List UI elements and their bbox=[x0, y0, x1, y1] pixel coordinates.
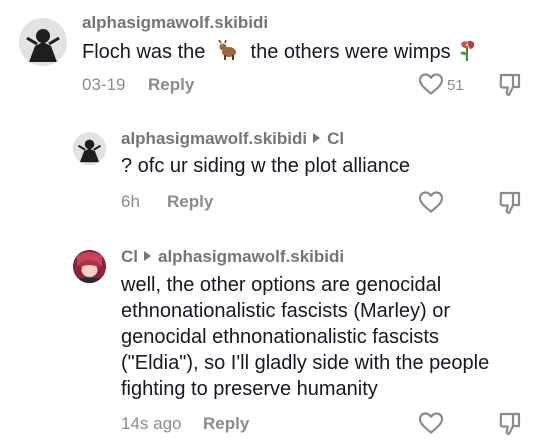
comment-username[interactable]: alphasigmawolf.skibidi bbox=[121, 129, 307, 148]
reply-button[interactable]: Reply bbox=[167, 192, 213, 212]
thumbs-down-outline-icon bbox=[499, 412, 521, 436]
wilted-rose-emoji bbox=[457, 38, 477, 62]
thumbs-down-outline-icon bbox=[499, 191, 521, 215]
reply-to-username[interactable]: Cl bbox=[327, 129, 344, 148]
dislike-button[interactable] bbox=[498, 411, 522, 437]
comment-3: Cl alphasigmawolf.skibidi well, the other… bbox=[0, 230, 540, 443]
reply-button[interactable]: Reply bbox=[148, 75, 194, 95]
heart-outline-icon bbox=[418, 73, 444, 95]
comment-text-line: genocidal ethnonationalistic fascists bbox=[121, 326, 439, 348]
comment-2: alphasigmawolf.skibidi Cl ? ofc ur siding… bbox=[0, 112, 540, 230]
comment-username[interactable]: alphasigmawolf.skibidi bbox=[82, 13, 268, 33]
comment-text: Floch was the the others were wimps bbox=[82, 38, 477, 65]
comment-username-line: alphasigmawolf.skibidi Cl bbox=[121, 129, 344, 149]
heart-outline-icon bbox=[418, 412, 444, 434]
comment-1: alphasigmawolf.skibidi Floch was the the… bbox=[0, 0, 540, 112]
comment-text-line: ethnonationalistic fascists (Marley) or bbox=[121, 300, 451, 322]
comment-timestamp: 6h bbox=[121, 192, 140, 211]
comment-timestamp: 03-19 bbox=[82, 75, 126, 94]
reply-button[interactable]: Reply bbox=[203, 414, 249, 434]
reply-arrow-icon bbox=[313, 133, 321, 143]
like-button[interactable] bbox=[418, 411, 444, 435]
comment-text-after: the others were wimps bbox=[250, 41, 451, 63]
comment-text: ? ofc ur siding w the plot alliance bbox=[121, 155, 411, 177]
goat-emoji bbox=[217, 39, 239, 61]
comment-timestamp: 14s ago bbox=[121, 414, 182, 433]
heart-outline-icon bbox=[418, 191, 444, 213]
like-button[interactable] bbox=[418, 190, 444, 214]
comment-text-line: well, the other options are genocidal bbox=[121, 274, 442, 296]
reply-arrow-icon bbox=[144, 251, 151, 261]
like-button[interactable] bbox=[418, 72, 444, 96]
like-count: 51 bbox=[447, 77, 464, 94]
comment-text-line: ("Eldia"), so I'll gladly side with the … bbox=[121, 352, 490, 374]
comment-text-before: Floch was the bbox=[82, 41, 206, 63]
avatar-image bbox=[19, 18, 67, 66]
dislike-button[interactable] bbox=[498, 72, 522, 98]
avatar[interactable] bbox=[19, 18, 67, 66]
comment-text-line: fighting to preserve humanity bbox=[121, 378, 378, 400]
thumbs-down-outline-icon bbox=[499, 73, 521, 97]
avatar[interactable] bbox=[73, 132, 106, 165]
comment-username[interactable]: Cl bbox=[121, 247, 138, 266]
comment-username-line: Cl alphasigmawolf.skibidi bbox=[121, 247, 344, 267]
dislike-button[interactable] bbox=[498, 190, 522, 216]
avatar[interactable] bbox=[73, 250, 106, 283]
avatar-image bbox=[73, 250, 106, 283]
comment-text: well, the other options are genocidal et… bbox=[121, 272, 489, 402]
reply-to-username[interactable]: alphasigmawolf.skibidi bbox=[158, 247, 344, 266]
avatar-image bbox=[73, 132, 106, 165]
